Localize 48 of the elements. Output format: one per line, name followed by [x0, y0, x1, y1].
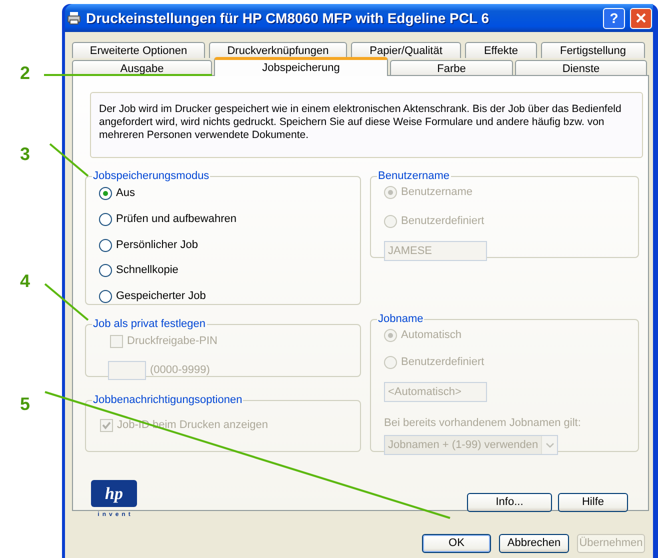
- range-hint: (0000-9999): [150, 362, 210, 378]
- printer-icon: [67, 11, 81, 25]
- radio-label: Schnellkopie: [116, 263, 178, 278]
- radio-button[interactable]: [99, 238, 112, 252]
- tab[interactable]: Druckverknüpfungen: [209, 42, 347, 58]
- callout-number: 5: [20, 395, 30, 413]
- field-label: Bei bereits vorhandenem Jobnamen gilt:: [384, 416, 582, 430]
- radio-label: Automatisch: [401, 328, 462, 344]
- callout-number: 4: [20, 272, 30, 290]
- tab[interactable]: Dienste: [515, 60, 647, 76]
- group-title: Job als privat festlegen: [92, 317, 207, 332]
- leader-line: [44, 283, 89, 321]
- tab[interactable]: Fertigstellung: [541, 42, 645, 58]
- checkbox-label: Druckfreigabe-PIN: [127, 334, 218, 350]
- button[interactable]: Info...: [467, 493, 552, 512]
- button[interactable]: Abbrechen: [499, 534, 569, 553]
- radio-button[interactable]: [99, 187, 112, 200]
- radio-label: Aus: [116, 186, 135, 202]
- radio-label: Benutzerdefiniert: [401, 355, 484, 370]
- group-title: Jobspeicherungsmodus: [92, 169, 210, 184]
- radio-label: Benutzerdefiniert: [401, 214, 484, 230]
- radio-button[interactable]: [99, 213, 112, 226]
- radio-label: Gespeicherter Job: [116, 288, 206, 304]
- leader-line: [49, 143, 89, 177]
- radio-label: Prüfen und aufbewahren: [116, 212, 236, 228]
- button[interactable]: Hilfe: [558, 493, 628, 512]
- tab[interactable]: Jobspeicherung: [214, 57, 388, 76]
- radio-label: Benutzername: [401, 185, 473, 200]
- tab[interactable]: Erweiterte Optionen: [72, 42, 205, 58]
- close-icon: [636, 13, 646, 23]
- pin-field[interactable]: [108, 360, 146, 380]
- window-title: Druckeinstellungen für HP CM8060 MFP with Edgeline PCL 6: [86, 8, 490, 28]
- radio-button[interactable]: [99, 290, 112, 302]
- group-title: Benutzername: [377, 169, 451, 184]
- callout-number: 3: [20, 145, 30, 163]
- radio-button[interactable]: [99, 264, 112, 277]
- callout-number: 2: [20, 64, 30, 82]
- button[interactable]: OK: [422, 534, 491, 553]
- help-button[interactable]: ?: [603, 8, 625, 28]
- group-title: Jobname: [377, 312, 424, 327]
- tab[interactable]: Effekte: [465, 42, 537, 58]
- radio-label: Persönlicher Job: [116, 238, 198, 253]
- description-text: Der Job wird im Drucker gespeichert wie in einem elektronischen Aktenschrank. Bis der Job über das Bedienfeld angefordert wird, wird nichts gedruckt. Speichern Sie auf diese Weise Formulare und andere häufig bzw. von mehreren Personen verwendete Dokumente.: [90, 92, 643, 158]
- tab[interactable]: Papier/Qualität: [351, 42, 461, 58]
- group-title: Jobbenachrichtigungsoptionen: [92, 393, 244, 408]
- tab[interactable]: Farbe: [390, 60, 513, 76]
- logo: hp: [91, 480, 137, 507]
- close-button[interactable]: [630, 8, 652, 28]
